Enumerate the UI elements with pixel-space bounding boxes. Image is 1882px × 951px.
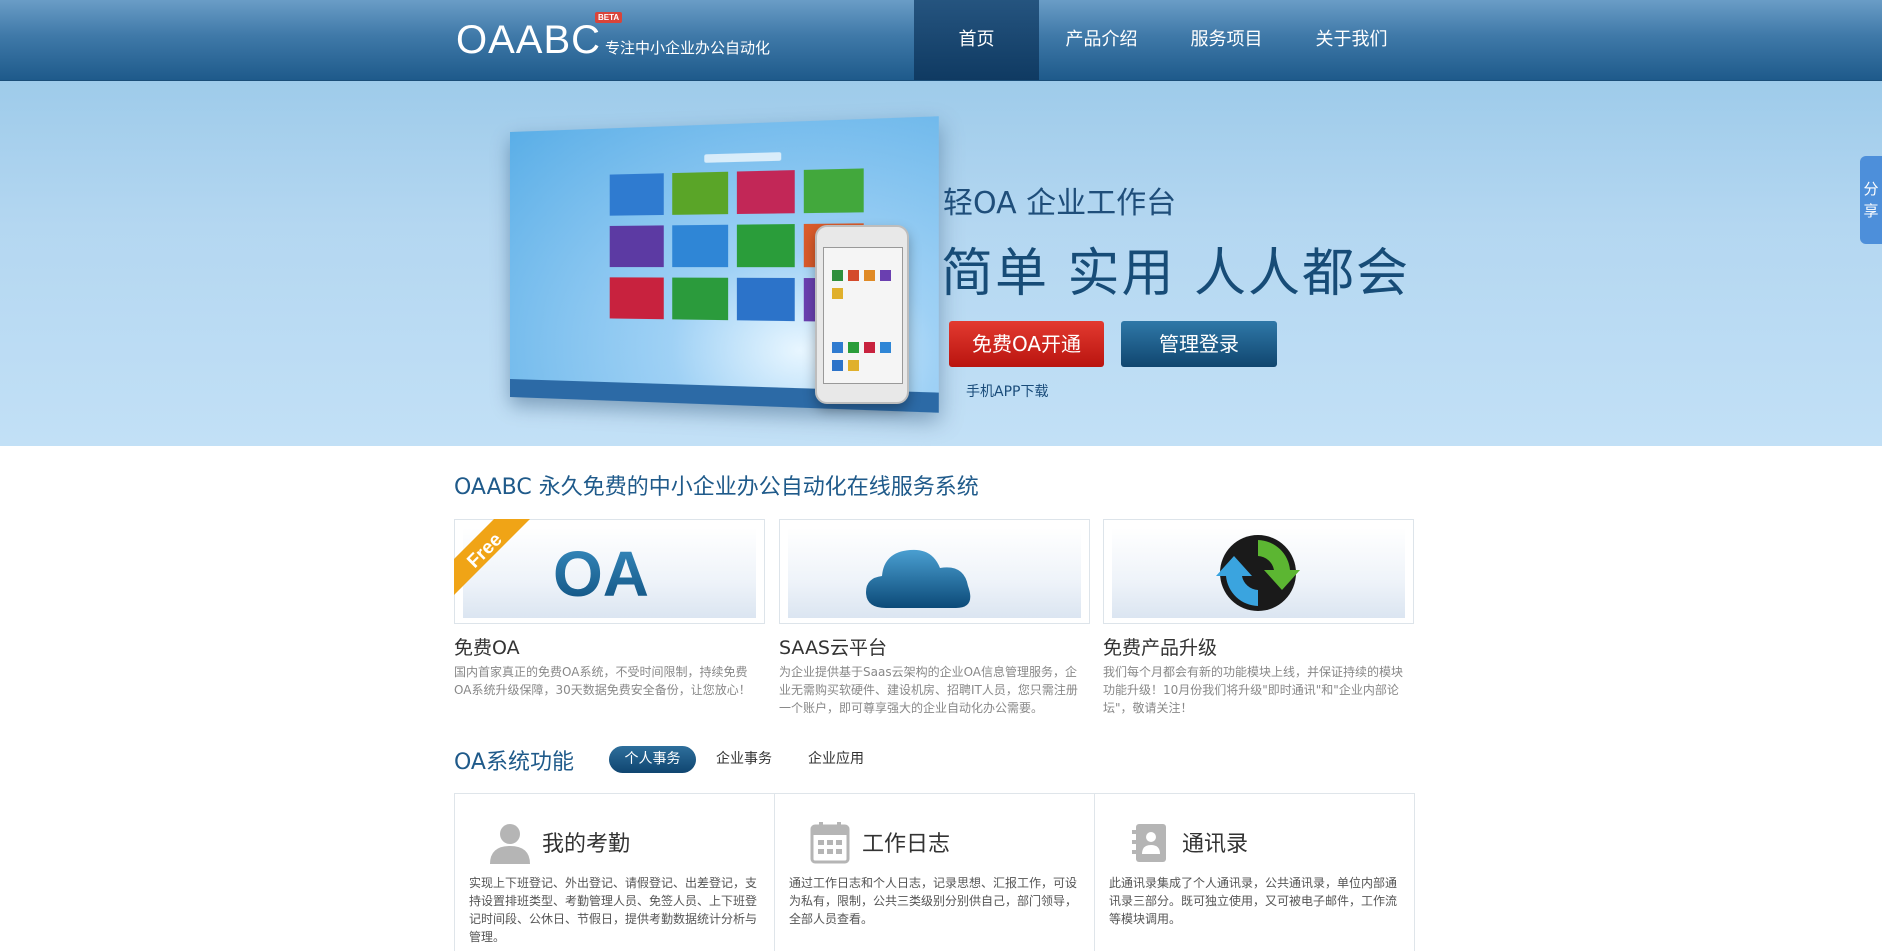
app-tile xyxy=(672,277,729,321)
nav-services[interactable]: 服务项目 xyxy=(1164,0,1289,80)
phone-app-tile xyxy=(880,342,891,353)
phone-app-tile xyxy=(864,342,875,353)
app-tile xyxy=(736,277,795,322)
tab-enterprise-affairs[interactable]: 企业事务 xyxy=(709,746,779,773)
function-desc-attendance: 实现上下班登记、外出登记、请假登记、出差登记，支持设置排班类型、考勤管理人员、免… xyxy=(469,876,758,944)
app-tile xyxy=(736,170,795,215)
function-desc-address-book: 此通讯录集成了个人通讯录，公共通讯录，单位内部通讯录三部分。既可独立使用，又可被… xyxy=(1109,876,1398,926)
address-book-icon xyxy=(1132,824,1166,862)
intro-section-title: OAABC 永久免费的中小企业办公自动化在线服务系统 xyxy=(454,475,979,500)
main-nav: 首页 产品介绍 服务项目 关于我们 xyxy=(914,0,1414,80)
free-oa-signup-button[interactable]: 免费OA开通 xyxy=(949,321,1104,367)
phone-screen xyxy=(823,247,903,384)
function-title-attendance: 我的考勤 xyxy=(542,832,631,857)
app-tile xyxy=(803,168,864,214)
refresh-icon xyxy=(1216,535,1300,611)
function-card-worklog[interactable]: 工作日志 通过工作日志和个人日志，记录思想、汇报工作，可设为私有，限制，公共三类… xyxy=(775,794,1095,951)
free-ribbon: Free xyxy=(454,519,530,595)
tab-enterprise-apps[interactable]: 企业应用 xyxy=(800,746,872,773)
feature-desc-saas: 为企业提供基于Saas云架构的企业OA信息管理服务，企业无需购买软硬件、建设机房… xyxy=(779,665,1078,715)
phone-app-tile xyxy=(832,342,843,353)
feature-title-free-oa: 免费OA xyxy=(454,637,520,659)
function-card-attendance[interactable]: 我的考勤 实现上下班登记、外出登记、请假登记、出差登记，支持设置排班类型、考勤管… xyxy=(455,794,775,951)
phone-app-tile xyxy=(848,342,859,353)
card-image-area xyxy=(788,528,1081,618)
share-tab[interactable]: 分 享 xyxy=(1860,156,1882,244)
feature-card-free-oa[interactable]: OA Free xyxy=(454,519,765,624)
phone-app-tile xyxy=(880,270,891,281)
cloud-icon xyxy=(866,549,971,608)
phone-app-tile xyxy=(848,270,859,281)
phone-app-tile xyxy=(848,360,859,371)
phone-app-tile xyxy=(832,360,843,371)
feature-title-upgrade: 免费产品升级 xyxy=(1103,637,1218,659)
feature-desc-upgrade: 我们每个月都会有新的功能模块上线，并保证持续的模块功能升级！10月份我们将升级"… xyxy=(1103,665,1404,715)
tab-personal-affairs[interactable]: 个人事务 xyxy=(609,746,696,773)
functions-panel: 我的考勤 实现上下班登记、外出登记、请假登记、出差登记，支持设置排班类型、考勤管… xyxy=(454,793,1415,951)
admin-login-button[interactable]: 管理登录 xyxy=(1121,321,1277,367)
share-label-1: 分 xyxy=(1863,180,1879,198)
share-label-2: 享 xyxy=(1863,202,1879,220)
top-header: OAABC BETA 专注中小企业办公自动化 首页 产品介绍 服务项目 关于我们 xyxy=(0,0,1882,81)
calendar-icon xyxy=(810,822,850,864)
function-title-address-book: 通讯录 xyxy=(1182,832,1249,857)
nav-products[interactable]: 产品介绍 xyxy=(1039,0,1164,80)
hero-title: 简单 实用 人人都会 xyxy=(941,244,1411,304)
app-tile xyxy=(609,225,664,268)
function-card-address-book[interactable]: 通讯录 此通讯录集成了个人通讯录，公共通讯录，单位内部通讯录三部分。既可独立使用… xyxy=(1095,794,1415,951)
hero-subtitle: 轻OA 企业工作台 xyxy=(943,186,1177,221)
card-image-area xyxy=(1112,528,1405,618)
site-logo[interactable]: OAABC xyxy=(456,14,601,66)
screen-tab-bar xyxy=(704,152,782,163)
app-tile xyxy=(672,171,729,215)
function-desc-worklog: 通过工作日志和个人日志，记录思想、汇报工作，可设为私有，限制，公共三类级别分别供… xyxy=(789,876,1078,926)
app-tile xyxy=(609,277,664,320)
function-title-worklog: 工作日志 xyxy=(862,832,951,857)
feature-title-saas: SAAS云平台 xyxy=(779,637,887,659)
functions-section-title: OA系统功能 xyxy=(454,750,574,775)
app-tile xyxy=(672,224,729,268)
phone-app-tile xyxy=(832,270,843,281)
feature-desc-free-oa: 国内首家真正的免费OA系统，不受时间限制，持续免费OA系统升级保障，30天数据免… xyxy=(454,665,751,697)
feature-card-upgrade[interactable] xyxy=(1103,519,1414,624)
app-tile xyxy=(736,224,795,268)
user-icon xyxy=(490,824,530,864)
site-tagline: 专注中小企业办公自动化 xyxy=(605,39,771,57)
phone-app-tile xyxy=(864,270,875,281)
phone-mockup xyxy=(815,225,909,404)
oa-logo-text: OA xyxy=(553,538,649,610)
app-tile xyxy=(609,173,664,216)
phone-app-tile xyxy=(832,288,843,299)
feature-card-saas[interactable] xyxy=(779,519,1090,624)
nav-home[interactable]: 首页 xyxy=(914,0,1039,80)
nav-about[interactable]: 关于我们 xyxy=(1289,0,1414,80)
mobile-app-download-link[interactable]: 手机APP下载 xyxy=(966,381,1048,401)
beta-badge: BETA xyxy=(595,12,623,23)
